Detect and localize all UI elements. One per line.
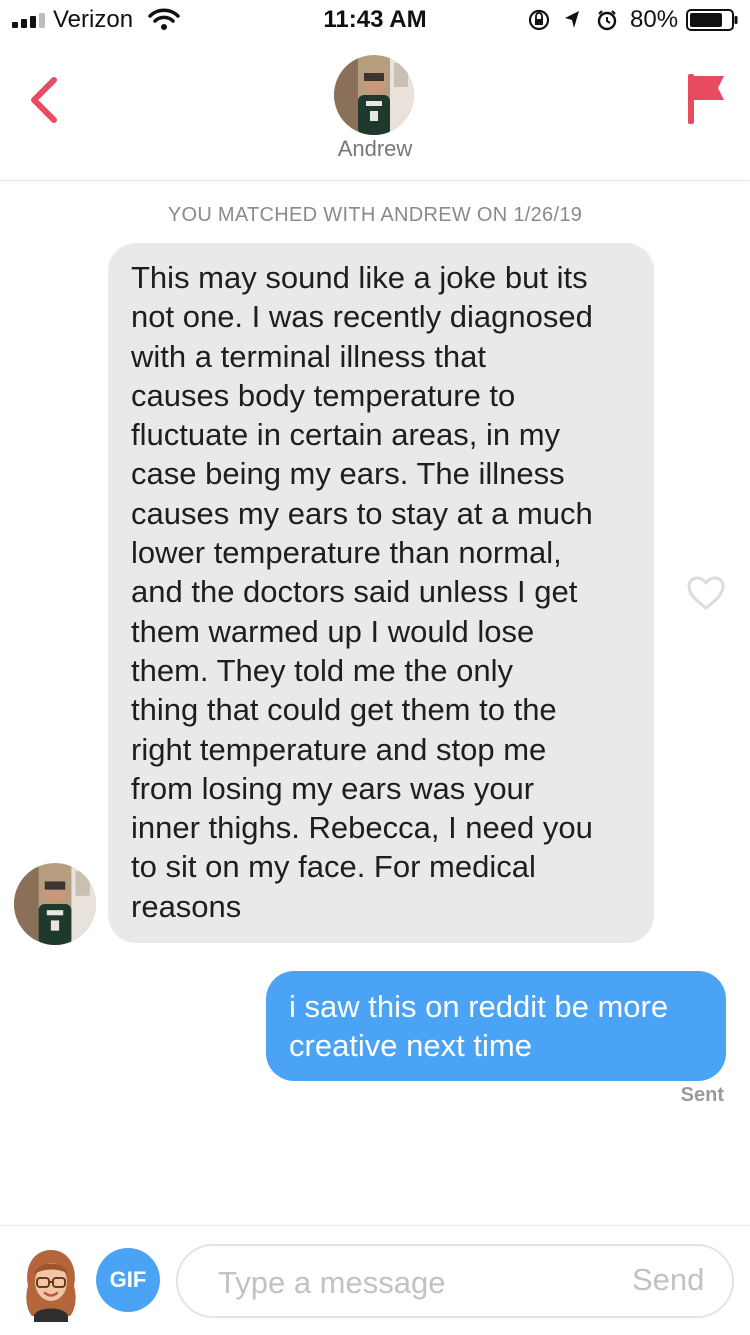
chat-header: Andrew <box>0 40 750 181</box>
back-chevron-icon[interactable] <box>24 74 64 126</box>
message-line: case being my ears. The illness <box>131 456 565 492</box>
message-line: reasons <box>131 888 242 924</box>
message-line: causes my ears to stay at a much <box>131 495 593 531</box>
message-line: to sit on my face. For medical <box>131 849 536 885</box>
sender-photo <box>14 863 96 945</box>
gif-button[interactable]: GIF <box>96 1248 160 1312</box>
message-line: This may sound like a joke but its <box>131 260 588 295</box>
message-box: Send <box>176 1244 734 1318</box>
match-photo <box>334 55 414 135</box>
status-icons <box>528 9 617 31</box>
match-name: Andrew <box>337 136 413 161</box>
bitmoji-icon[interactable] <box>20 1246 82 1322</box>
send-button[interactable]: Send <box>632 1262 704 1298</box>
message-line: right temperature and stop me <box>131 731 547 767</box>
sent-status: Sent <box>680 1084 724 1106</box>
message-line: lower temperature than normal, <box>131 535 562 571</box>
message-input[interactable] <box>216 1258 600 1308</box>
location-arrow-icon <box>565 11 579 28</box>
message-line: creative next time <box>289 1028 532 1064</box>
match-date-banner: YOU MATCHED WITH ANDREW ON 1/26/19 <box>167 204 583 226</box>
message-line: them warmed up I would lose <box>131 613 535 649</box>
report-flag-icon[interactable] <box>684 70 728 126</box>
message-line: inner thighs. Rebecca, I need you <box>131 810 593 846</box>
status-bar: Verizon 11:43 AM 80% <box>0 0 750 40</box>
message-line: not one. I was recently diagnosed <box>131 299 593 335</box>
message-line: fluctuate in certain areas, in my <box>131 417 561 453</box>
message-line: and the doctors said unless I get <box>131 574 578 610</box>
sent-message: i saw this on reddit be more creative ne… <box>266 971 726 1081</box>
like-heart-icon[interactable] <box>686 575 726 611</box>
message-line: from losing my ears was your <box>131 770 535 806</box>
message-line: with a terminal illness that <box>131 338 486 374</box>
message-line: i saw this on reddit be more <box>289 989 669 1024</box>
alarm-icon <box>597 10 617 31</box>
message-line: causes body temperature to <box>131 377 516 413</box>
battery-percent: 80% <box>630 6 679 33</box>
sender-avatar[interactable] <box>14 863 96 945</box>
orientation-lock-icon <box>528 9 550 31</box>
message-composer: GIF Send <box>0 1225 750 1335</box>
battery-icon <box>686 9 738 31</box>
message-line: them. They told me the only <box>131 652 513 688</box>
message-line: thing that could get them to the <box>131 692 557 728</box>
received-message: This may sound like a joke but its not o… <box>108 243 654 943</box>
match-avatar[interactable] <box>334 55 414 135</box>
